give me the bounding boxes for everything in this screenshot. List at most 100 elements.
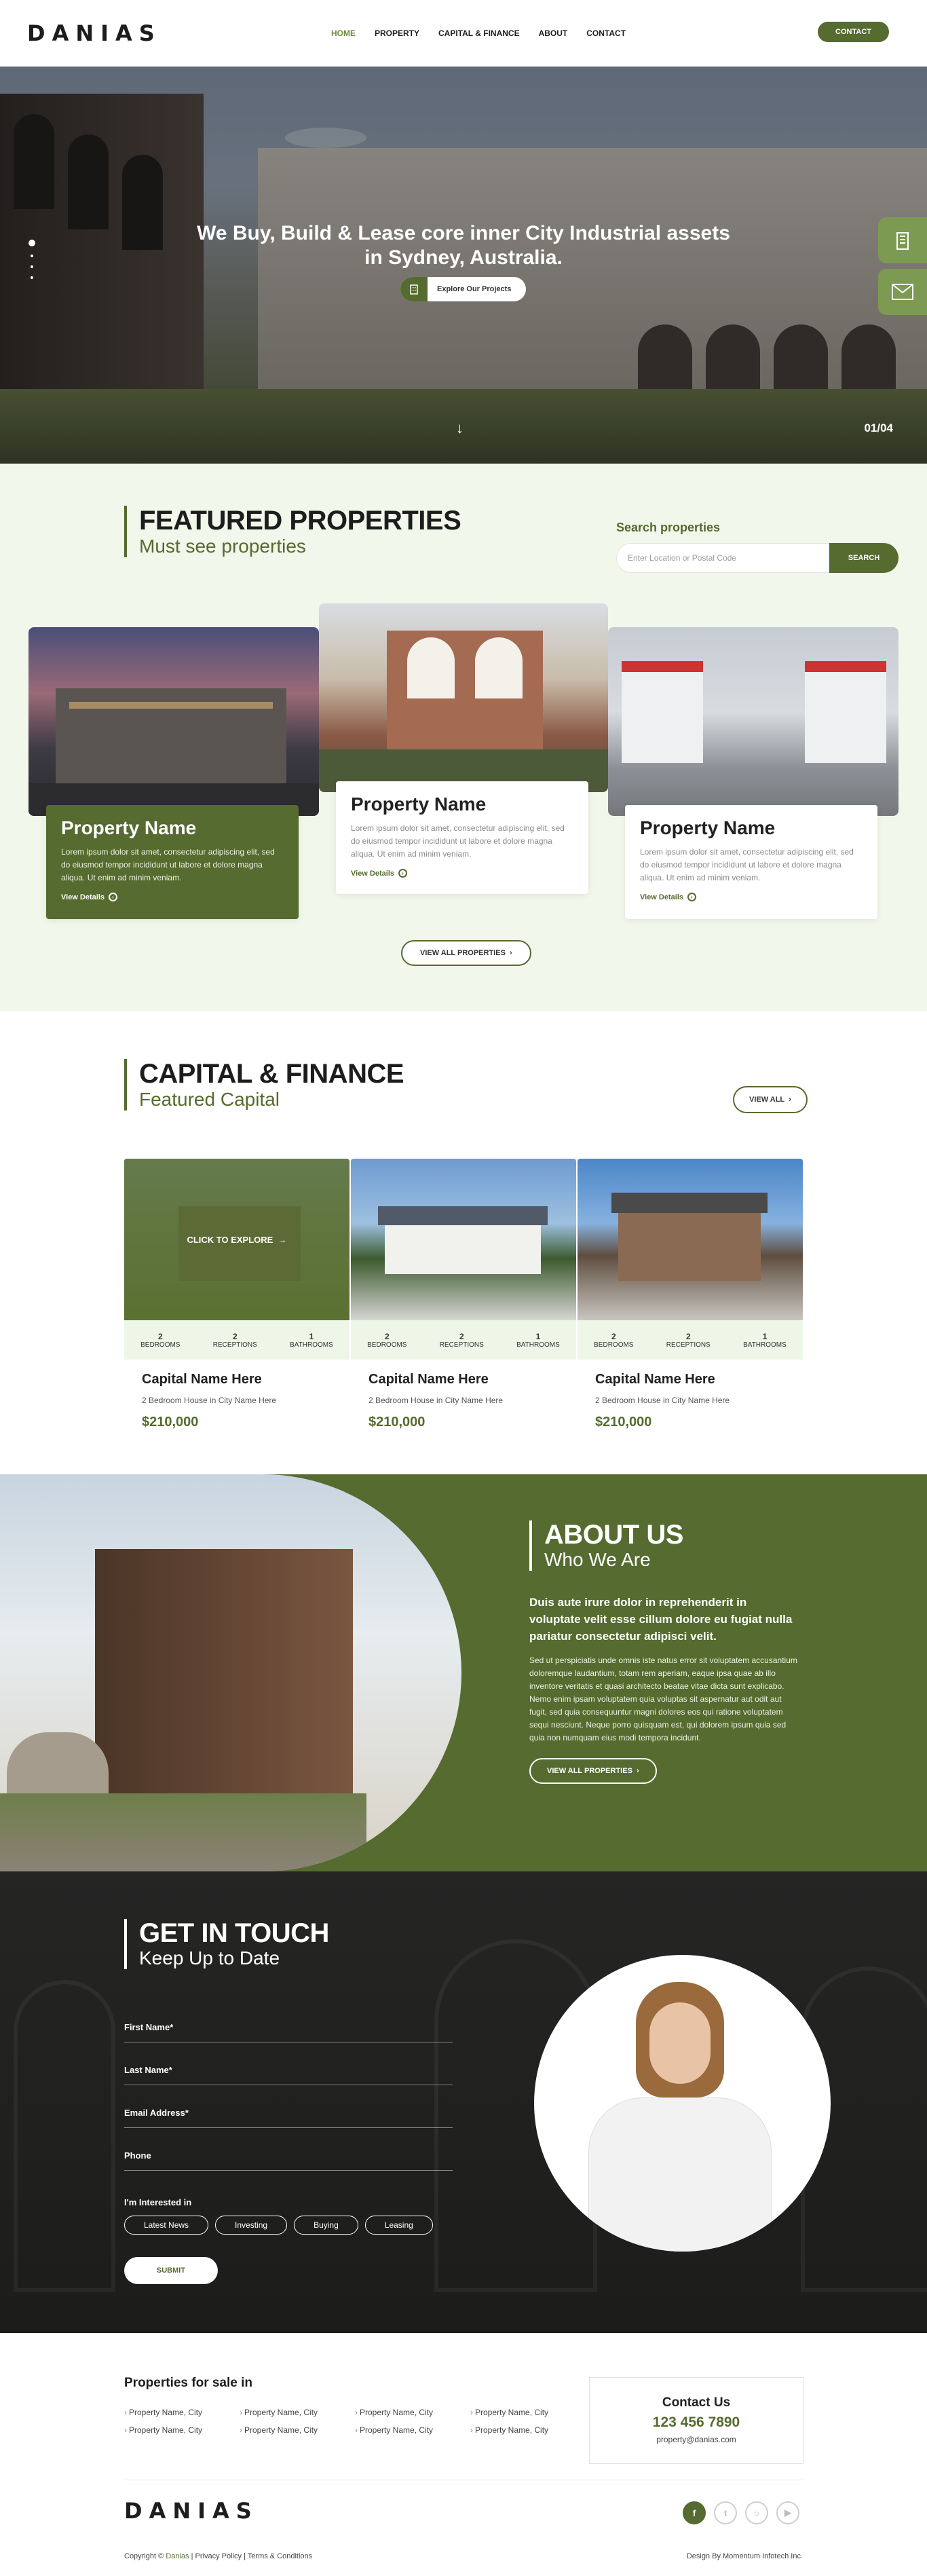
- sale-link[interactable]: › Property Name, City: [240, 2425, 355, 2435]
- view-all-properties-button[interactable]: VIEW ALL PROPERTIES ›: [529, 1758, 657, 1784]
- interest-chips: Latest News Investing Buying Leasing: [124, 2216, 433, 2235]
- slider-dot[interactable]: [31, 276, 33, 279]
- nav-property[interactable]: PROPERTY: [375, 29, 419, 38]
- property-text: Lorem ipsum dolor sit amet, consectetur …: [640, 847, 854, 882]
- chevron-right-icon: ›: [470, 2408, 473, 2417]
- capital-card[interactable]: 2 BEDROOMS 2 RECEPTIONS 1 BATHROOMS Capital…: [578, 1159, 803, 1442]
- capital-image[interactable]: CLICK TO EXPLORE →: [124, 1159, 349, 1320]
- bathrooms-label: BATHROOMS: [516, 1341, 560, 1349]
- first-name-field[interactable]: First Name*: [124, 2022, 453, 2042]
- view-details-label: View Details: [61, 893, 105, 901]
- logo[interactable]: DANIAS: [27, 20, 162, 46]
- capital-card[interactable]: 2 BEDROOMS 2 RECEPTIONS 1 BATHROOMS Capital…: [351, 1159, 576, 1442]
- property-card[interactable]: Property Name Lorem ipsum dolor sit amet…: [625, 805, 877, 919]
- feature-receptions: 2 RECEPTIONS: [666, 1332, 711, 1349]
- capital-name[interactable]: Capital Name Here: [368, 1372, 559, 1387]
- copyright-brand-link[interactable]: Danias: [166, 2552, 189, 2560]
- facebook-icon[interactable]: f: [683, 2501, 706, 2524]
- sale-link[interactable]: › Property Name, City: [124, 2425, 240, 2435]
- twitter-icon[interactable]: t: [714, 2501, 737, 2524]
- submit-button[interactable]: SUBMIT: [124, 2257, 218, 2284]
- face-shape: [649, 2002, 711, 2084]
- capital-image[interactable]: [578, 1159, 803, 1320]
- capital-desc: 2 Bedroom House in City Name Here: [595, 1396, 730, 1405]
- property-image[interactable]: [319, 603, 608, 792]
- section-subtitle: Featured Capital: [139, 1089, 280, 1110]
- property-text: Lorem ipsum dolor sit amet, consectetur …: [61, 847, 275, 882]
- window-lights: [69, 702, 273, 709]
- slider-dot[interactable]: [31, 255, 33, 257]
- capital-image[interactable]: [351, 1159, 576, 1320]
- capital-body: Capital Name Here 2 Bedroom House in Cit…: [578, 1360, 803, 1442]
- view-all-label: VIEW ALL PROPERTIES: [420, 949, 506, 957]
- privacy-link[interactable]: Privacy Policy: [195, 2552, 242, 2560]
- sale-link[interactable]: › Property Name, City: [470, 2425, 586, 2435]
- slider-dot[interactable]: [31, 265, 33, 268]
- sale-link[interactable]: › Property Name, City: [355, 2408, 470, 2417]
- youtube-icon[interactable]: ▶: [776, 2501, 799, 2524]
- sale-link-label: Property Name, City: [360, 2425, 434, 2435]
- property-image[interactable]: [29, 627, 319, 816]
- capital-body: Capital Name Here 2 Bedroom House in Cit…: [351, 1360, 576, 1442]
- property-card[interactable]: Property Name Lorem ipsum dolor sit amet…: [46, 805, 299, 919]
- arrow-circle-icon: ›: [109, 893, 117, 901]
- capital-body: Capital Name Here 2 Bedroom House in Cit…: [124, 1360, 349, 1442]
- chip-latest-news[interactable]: Latest News: [124, 2216, 209, 2235]
- click-to-explore-overlay[interactable]: CLICK TO EXPLORE →: [124, 1159, 349, 1320]
- chip-investing[interactable]: Investing: [215, 2216, 288, 2235]
- property-image[interactable]: [608, 627, 898, 816]
- bedrooms-count: 2: [611, 1331, 616, 1341]
- building-icon[interactable]: [878, 217, 927, 263]
- sale-link[interactable]: › Property Name, City: [355, 2425, 470, 2435]
- bathrooms-count: 1: [309, 1331, 314, 1341]
- scroll-down-icon[interactable]: ↓: [456, 419, 463, 437]
- capital-card[interactable]: CLICK TO EXPLORE → 2 BEDROOMS 2 RECEPTIONS…: [124, 1159, 349, 1442]
- chip-leasing[interactable]: Leasing: [364, 2216, 433, 2235]
- nav-about[interactable]: ABOUT: [539, 29, 568, 38]
- explore-projects-button[interactable]: Explore Our Projects: [400, 277, 527, 301]
- contact-button[interactable]: CONTACT: [818, 22, 889, 42]
- chip-buying[interactable]: Buying: [294, 2216, 358, 2235]
- email-field[interactable]: Email Address*: [124, 2108, 453, 2128]
- view-all-properties-button[interactable]: VIEW ALL PROPERTIES ›: [401, 940, 531, 966]
- nav-contact[interactable]: CONTACT: [586, 29, 626, 38]
- capital-name[interactable]: Capital Name Here: [595, 1372, 785, 1387]
- last-name-field[interactable]: Last Name*: [124, 2065, 453, 2085]
- view-all-label: VIEW ALL: [749, 1096, 785, 1104]
- roof: [378, 1206, 548, 1225]
- sale-links: › Property Name, City › Property Name, Cit…: [124, 2408, 586, 2435]
- sale-link[interactable]: › Property Name, City: [240, 2408, 355, 2417]
- view-details-link[interactable]: View Details ›: [640, 893, 863, 901]
- sale-link-label: Property Name, City: [129, 2408, 203, 2417]
- about-building-photo: [0, 1474, 461, 1871]
- footer-logo[interactable]: DANIAS: [124, 2498, 259, 2524]
- contact-email[interactable]: property@danias.com: [590, 2435, 803, 2444]
- instagram-icon[interactable]: ○: [745, 2501, 768, 2524]
- social-links: f t ○ ▶: [683, 2501, 799, 2524]
- view-details-link[interactable]: View Details ›: [61, 893, 284, 901]
- bathrooms-label: BATHROOMS: [290, 1341, 333, 1349]
- contact-phone[interactable]: 123 456 7890: [590, 2414, 803, 2431]
- receptions-count: 2: [232, 1331, 238, 1341]
- search-button[interactable]: SEARCH: [829, 543, 898, 573]
- search-input[interactable]: Enter Location or Postal Code: [616, 543, 829, 573]
- contact-box: Contact Us 123 456 7890 property@danias.…: [589, 2377, 803, 2464]
- phone-field[interactable]: Phone: [124, 2150, 453, 2171]
- sale-link-label: Property Name, City: [244, 2425, 318, 2435]
- nav-capital-finance[interactable]: CAPITAL & FINANCE: [438, 29, 520, 38]
- view-details-link[interactable]: View Details ›: [351, 869, 573, 878]
- sale-link[interactable]: › Property Name, City: [470, 2408, 586, 2417]
- site-footer: Properties for sale in › Property Name, C…: [0, 2333, 927, 2575]
- sale-link[interactable]: › Property Name, City: [124, 2408, 240, 2417]
- terms-link[interactable]: Terms & Conditions: [248, 2552, 312, 2560]
- mail-icon[interactable]: [878, 269, 927, 315]
- slider-dot[interactable]: [29, 240, 35, 246]
- nav-home[interactable]: HOME: [331, 29, 356, 38]
- search-label: Search properties: [616, 521, 721, 534]
- house-shape: [385, 1220, 541, 1274]
- bedrooms-count: 2: [384, 1331, 390, 1341]
- capital-name[interactable]: Capital Name Here: [142, 1372, 332, 1387]
- view-all-capital-button[interactable]: VIEW ALL ›: [733, 1086, 808, 1113]
- property-card[interactable]: Property Name Lorem ipsum dolor sit amet…: [336, 781, 588, 894]
- capital-price: $210,000: [595, 1415, 652, 1430]
